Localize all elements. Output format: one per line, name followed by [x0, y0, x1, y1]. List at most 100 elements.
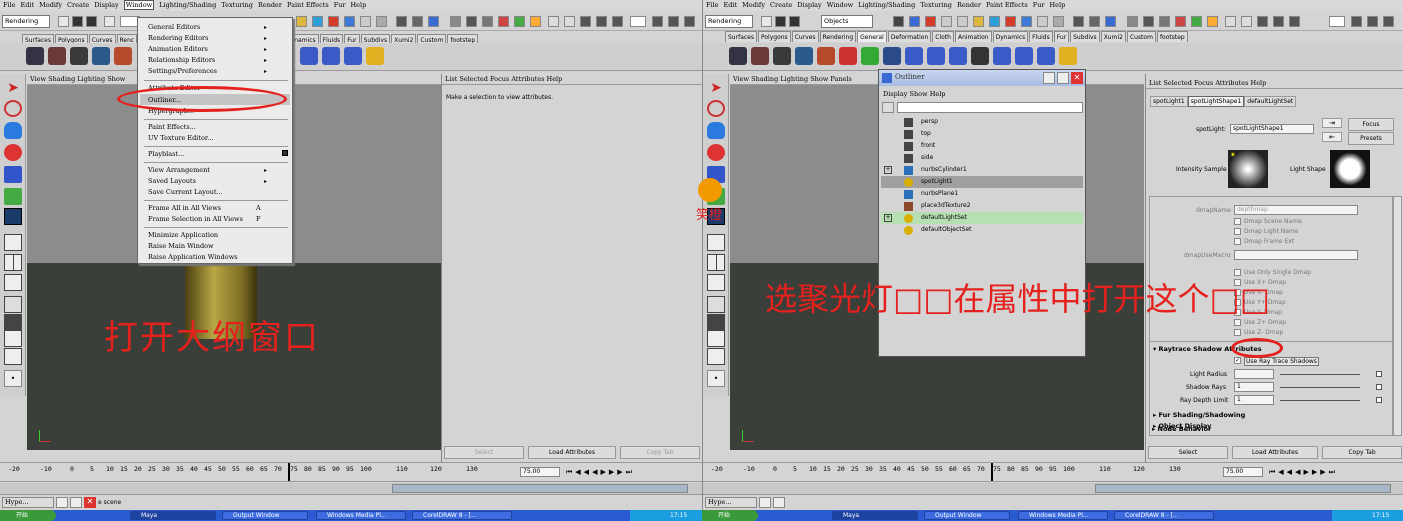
shelf-tab-footstep[interactable]: footstep	[1156, 31, 1188, 42]
right-status-icon-2[interactable]	[312, 16, 323, 27]
ray-depth-limit-keyframe-icon[interactable]	[1376, 397, 1382, 403]
menu-item-general-editors[interactable]: General Editors	[148, 23, 200, 31]
paint-select-icon[interactable]	[4, 122, 22, 139]
status-icon-2[interactable]	[909, 16, 920, 27]
use-ray-trace-shadows-checkbox[interactable]: ✓	[1234, 357, 1241, 364]
vp-menu-show[interactable]: Show	[810, 75, 828, 83]
extra-icon-l[interactable]	[1329, 16, 1345, 27]
attr-select-button[interactable]: Select	[444, 446, 524, 459]
layout-single-icon[interactable]	[4, 234, 22, 251]
lasso-tool-icon[interactable]	[4, 100, 22, 117]
status-icon-10[interactable]	[1037, 16, 1048, 27]
taskbar-windows-media[interactable]: Windows Media Pl...	[316, 511, 406, 520]
layout-graph-icon[interactable]	[707, 314, 725, 331]
shelf-tab-deformation[interactable]: Deformation	[887, 31, 932, 42]
outliner-menu-show[interactable]: Show	[910, 90, 928, 98]
extra-icon-k[interactable]	[1289, 16, 1300, 27]
open-scene-icon[interactable]	[775, 16, 786, 27]
menu-fur[interactable]: Fur	[334, 1, 346, 9]
spotlight-name-field[interactable]: spotLightShape1	[1230, 124, 1314, 134]
focus-button[interactable]: Focus	[1348, 118, 1394, 131]
vp-menu-shading[interactable]: Shading	[48, 75, 75, 83]
use-zneg-dmap-checkbox[interactable]	[1234, 329, 1241, 336]
dmap-light-name-checkbox[interactable]	[1234, 228, 1241, 235]
extra-icon-b[interactable]	[466, 16, 477, 27]
presets-button[interactable]: Presets	[1348, 132, 1394, 145]
minimize-icon[interactable]	[1043, 72, 1055, 84]
attr-copy-tab-button[interactable]: Copy Tab	[620, 446, 700, 459]
extra-icon-l[interactable]	[630, 16, 646, 27]
menu-modify[interactable]: Modify	[742, 1, 765, 9]
light-radius-field[interactable]	[1234, 369, 1274, 379]
objects-dropdown[interactable]: Objects	[821, 15, 873, 28]
section-fur-shading[interactable]: ▸ Fur Shading/Shadowing	[1153, 411, 1245, 419]
outliner-filter-icon[interactable]	[882, 102, 894, 113]
restore-icon[interactable]	[56, 497, 68, 508]
vp-menu-lighting[interactable]: Lighting	[780, 75, 808, 83]
right-status-icon-1[interactable]	[296, 16, 307, 27]
maximize-icon[interactable]	[1057, 72, 1069, 84]
menu-item-raise-main[interactable]: Raise Main Window	[148, 242, 214, 250]
hypergraph-minimized[interactable]: Hype...	[705, 497, 757, 508]
shelf-tab-subdivs[interactable]: Subdivs	[1070, 31, 1100, 42]
shelf-tab-custom[interactable]: Custom	[1126, 31, 1156, 42]
dmap-name-field[interactable]: depthmap	[1234, 205, 1358, 215]
tool-settings-icon[interactable]	[684, 16, 695, 27]
menu-display[interactable]: Display	[797, 1, 821, 9]
rotate-tool-icon[interactable]	[4, 166, 22, 183]
attr-menu-list[interactable]: List	[445, 75, 457, 83]
time-slider[interactable]: -20 -10 0 5 10 15 20 25 30 35 40 45 50 5…	[703, 462, 1403, 482]
menu-paint-effects[interactable]: Paint Effects	[287, 1, 329, 9]
shadow-rays-field[interactable]: 1	[1234, 382, 1274, 392]
expand-plus-icon[interactable]: +	[884, 166, 892, 174]
attr-menu-attributes[interactable]: Attributes	[1215, 79, 1248, 87]
layout-four-icon[interactable]	[707, 254, 725, 271]
right-status-icon-4[interactable]	[344, 16, 355, 27]
attr-menu-list[interactable]: List	[1149, 79, 1161, 87]
shelf-tool-icon-4[interactable]	[92, 47, 110, 65]
range-end-field[interactable]: 75.00	[520, 467, 560, 477]
right-status-icon-3[interactable]	[328, 16, 339, 27]
shelf-tool-icon-2[interactable]	[751, 47, 769, 65]
extra-icon-d[interactable]	[498, 16, 509, 27]
go-to-input-icon[interactable]: ⇥	[1322, 118, 1342, 128]
new-scene-icon[interactable]	[761, 16, 772, 27]
attr-menu-selected[interactable]: Selected	[459, 75, 488, 83]
outliner-titlebar[interactable]: Outliner ✕	[879, 70, 1085, 86]
tool-settings-icon[interactable]	[1383, 16, 1394, 27]
outliner-row-side[interactable]: side	[881, 152, 1083, 164]
select-mode-icon[interactable]	[104, 16, 115, 27]
shelf-tool-icon-1[interactable]	[729, 47, 747, 65]
menu-item-saved-layouts[interactable]: Saved Layouts	[148, 177, 196, 185]
shelf-tool-icon-3[interactable]	[70, 47, 88, 65]
move-tool-icon[interactable]	[4, 144, 22, 161]
shelf-tool-icon-3[interactable]	[773, 47, 791, 65]
shelf-tool-icon-7[interactable]	[861, 47, 879, 65]
shelf-tab-polygons[interactable]: Polygons	[757, 31, 791, 42]
extra-icon-f[interactable]	[530, 16, 541, 27]
menu-item-frame-selection[interactable]: Frame Selection in All Views	[148, 215, 243, 223]
shelf-tool-icon-14[interactable]	[1015, 47, 1033, 65]
outliner-row-nurbs-cylinder[interactable]: + nurbsCylinder1	[881, 164, 1083, 176]
status-icon-5[interactable]	[957, 16, 968, 27]
shelf-tool-icon-11[interactable]	[949, 47, 967, 65]
menu-item-settings-preferences[interactable]: Settings/Preferences	[148, 67, 217, 75]
menu-file[interactable]: File	[706, 1, 719, 9]
channel-box-icon[interactable]	[1351, 16, 1362, 27]
extra-icon-c[interactable]	[482, 16, 493, 27]
hypershade-icon[interactable]	[1105, 16, 1116, 27]
vp-menu-show[interactable]: Show	[107, 75, 125, 83]
extra-icon-g[interactable]	[548, 16, 559, 27]
attr-menu-help[interactable]: Help	[1251, 79, 1267, 87]
range-slider[interactable]	[0, 483, 702, 495]
attr-load-button[interactable]: Load Attributes	[1232, 446, 1318, 459]
close-icon[interactable]: ✕	[1071, 72, 1083, 84]
outliner-filter-field[interactable]	[897, 102, 1083, 113]
attribute-toggle-icon[interactable]	[668, 16, 679, 27]
status-icon-1[interactable]	[893, 16, 904, 27]
taskbar-windows-media[interactable]: Windows Media Pl...	[1018, 511, 1108, 520]
dmap-use-macro-field[interactable]	[1234, 250, 1358, 260]
playback-controls[interactable]: ⏮◀◀◀▶▶▶⏭	[566, 468, 700, 477]
mode-dropdown[interactable]: Rendering	[705, 15, 753, 28]
status-icon-7[interactable]	[989, 16, 1000, 27]
